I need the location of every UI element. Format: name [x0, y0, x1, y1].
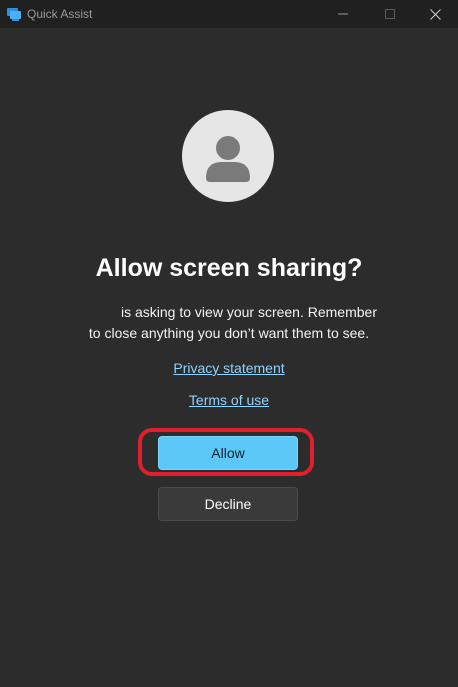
close-button[interactable]	[412, 0, 458, 28]
quick-assist-window: Quick Assist Allow screen sharing? is as…	[0, 0, 458, 687]
dialog-message: is asking to view your screen. Remember …	[60, 302, 398, 344]
message-line-1: is asking to view your screen. Remember	[121, 304, 377, 320]
terms-link-row: Terms of use	[0, 391, 458, 409]
maximize-icon	[385, 9, 395, 19]
privacy-statement-link[interactable]: Privacy statement	[173, 360, 284, 376]
close-icon	[429, 8, 441, 20]
minimize-button[interactable]	[320, 0, 366, 28]
privacy-link-row: Privacy statement	[0, 359, 458, 377]
window-title: Quick Assist	[27, 7, 93, 21]
quick-assist-icon	[7, 8, 21, 21]
decline-button[interactable]: Decline	[158, 487, 298, 521]
minimize-icon	[338, 13, 348, 15]
avatar	[182, 110, 274, 202]
title-bar: Quick Assist	[0, 0, 458, 28]
terms-of-use-link[interactable]: Terms of use	[189, 392, 269, 408]
allow-button[interactable]: Allow	[158, 436, 298, 470]
person-icon	[206, 136, 250, 182]
message-line-2: to close anything you don’t want them to…	[88, 325, 370, 341]
maximize-button[interactable]	[367, 0, 413, 28]
dialog-heading: Allow screen sharing?	[95, 254, 363, 282]
